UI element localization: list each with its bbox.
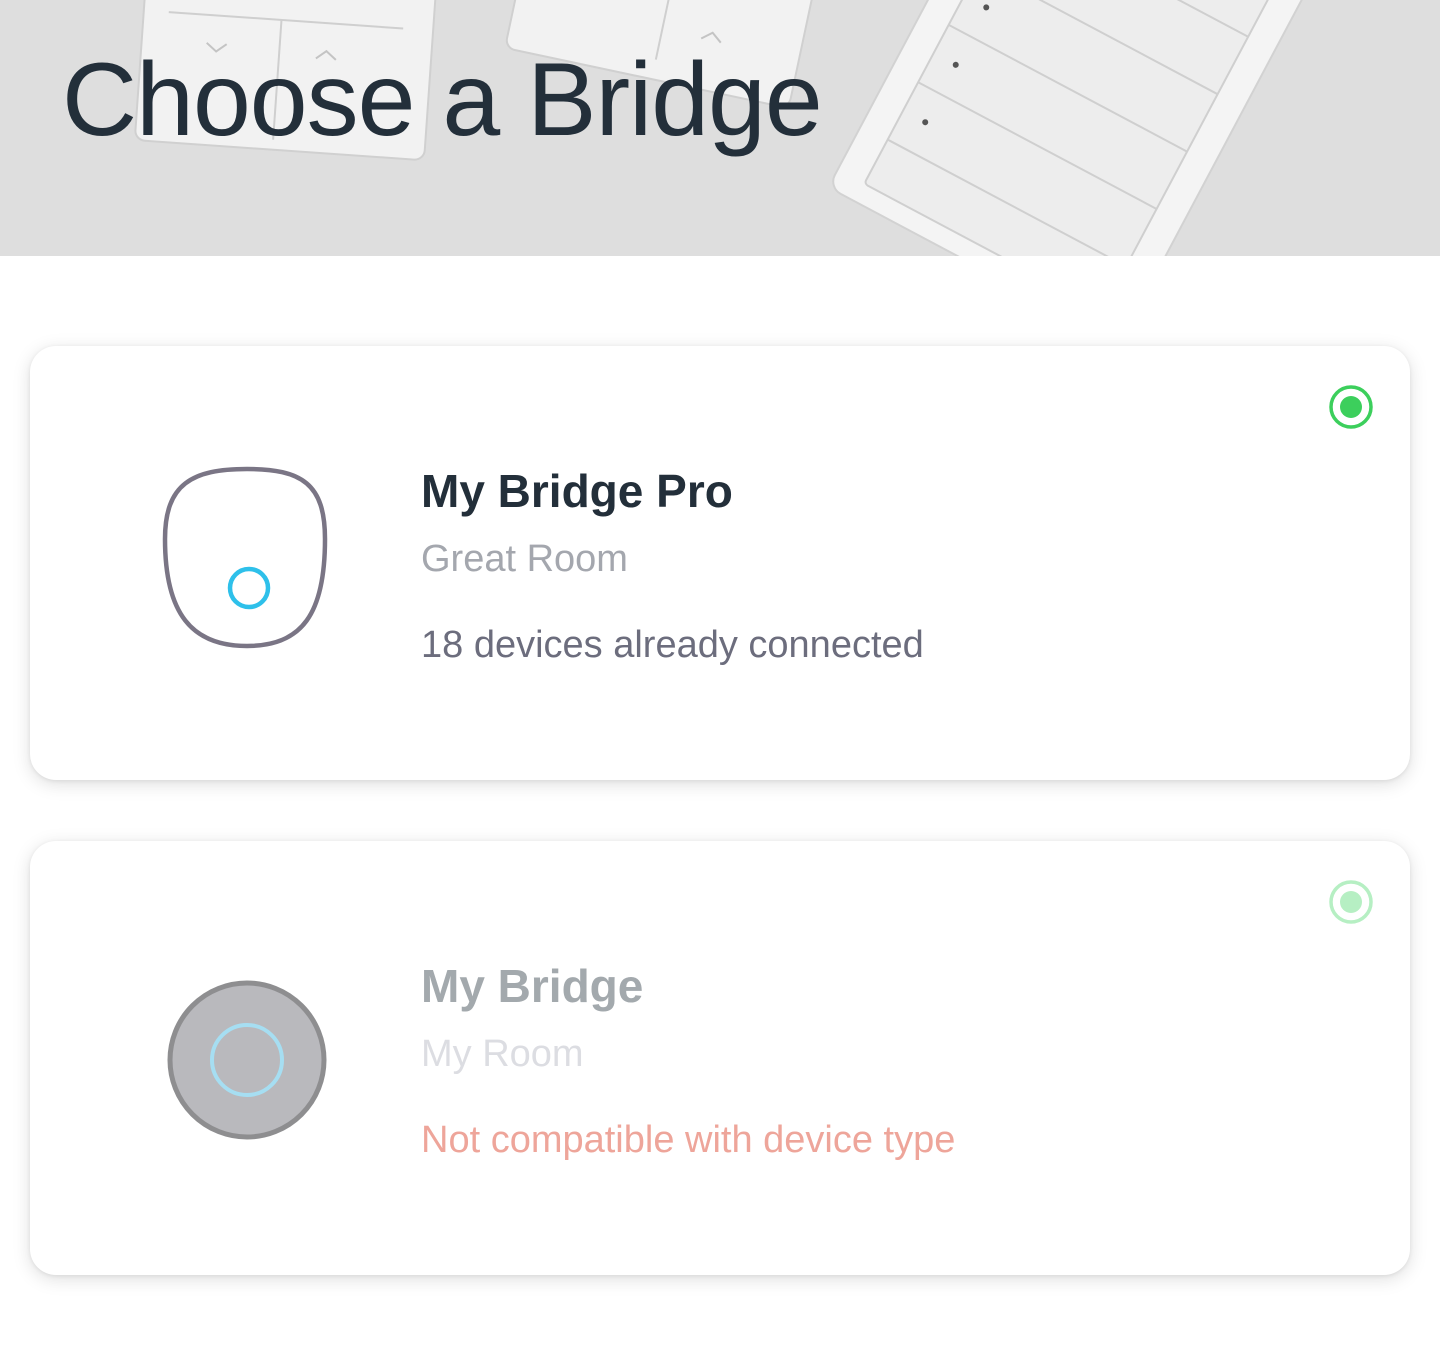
bridge-name: My Bridge Pro (421, 465, 733, 517)
bridge-pro-icon (162, 466, 328, 649)
bridge-name: My Bridge (421, 960, 644, 1012)
radio-disabled-icon[interactable] (1328, 879, 1374, 925)
bridge-card-my-bridge[interactable]: My Bridge My Room Not compatible with de… (30, 841, 1410, 1275)
bridge-status-error: Not compatible with device type (421, 1119, 956, 1161)
header-banner: Choose a Bridge (0, 0, 1440, 256)
bridge-room: My Room (421, 1033, 584, 1075)
bridge-card-my-bridge-pro[interactable]: My Bridge Pro Great Room 18 devices alre… (30, 346, 1410, 780)
bridge-icon (167, 980, 327, 1140)
bridge-room: Great Room (421, 538, 628, 580)
bridge-status: 18 devices already connected (421, 624, 924, 666)
radio-selected-icon[interactable] (1328, 384, 1374, 430)
page-title: Choose a Bridge (62, 42, 823, 158)
